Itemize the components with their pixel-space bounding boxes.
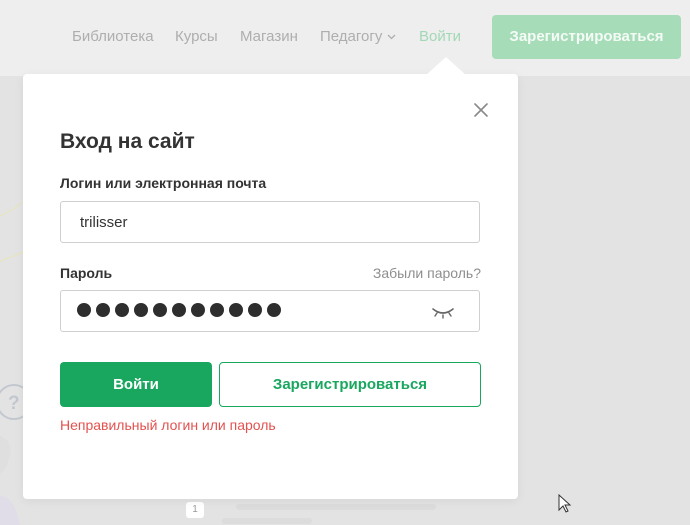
password-dot: [134, 303, 148, 317]
password-dot: [248, 303, 262, 317]
login-field-label: Логин или электронная почта: [60, 175, 267, 191]
password-dot: [172, 303, 186, 317]
error-message: Неправильный логин или пароль: [60, 417, 276, 433]
nav-courses[interactable]: Курсы: [175, 28, 218, 46]
password-dot: [210, 303, 224, 317]
top-navigation: Библиотека Курсы Магазин Педагогу Войти …: [0, 0, 690, 76]
password-field-label: Пароль: [60, 265, 113, 281]
nav-library[interactable]: Библиотека: [72, 28, 154, 46]
password-mask: [77, 303, 281, 317]
chevron-down-icon: [387, 34, 396, 40]
svg-text:?: ?: [8, 393, 20, 414]
register-button-header[interactable]: Зарегистрироваться: [492, 15, 681, 59]
eye-closed-icon[interactable]: [431, 305, 455, 319]
login-input-value: trilisser: [80, 214, 128, 231]
placeholder-line: [222, 518, 312, 524]
list-number: 1: [186, 502, 204, 518]
password-dot: [96, 303, 110, 317]
nav-teacher-label: Педагогу: [320, 28, 383, 45]
password-dot: [191, 303, 205, 317]
login-popover: Вход на сайт Логин или электронная почта…: [23, 57, 518, 499]
nav-login[interactable]: Войти: [419, 28, 461, 46]
password-dot: [267, 303, 281, 317]
login-submit-button[interactable]: Войти: [60, 362, 212, 407]
placeholder-line: [236, 504, 436, 510]
register-button[interactable]: Зарегистрироваться: [219, 362, 481, 407]
nav-shop[interactable]: Магазин: [240, 28, 298, 46]
mouse-cursor-icon: [558, 494, 572, 513]
nav-teacher[interactable]: Педагогу: [320, 28, 396, 46]
close-icon[interactable]: [472, 101, 490, 119]
password-dot: [115, 303, 129, 317]
login-input[interactable]: trilisser: [60, 201, 480, 243]
login-title: Вход на сайт: [60, 130, 195, 153]
popover-arrow: [426, 57, 466, 75]
password-dot: [77, 303, 91, 317]
password-dot: [229, 303, 243, 317]
password-dot: [153, 303, 167, 317]
password-input[interactable]: [60, 290, 480, 332]
forgot-password-link[interactable]: Забыли пароль?: [373, 265, 481, 281]
